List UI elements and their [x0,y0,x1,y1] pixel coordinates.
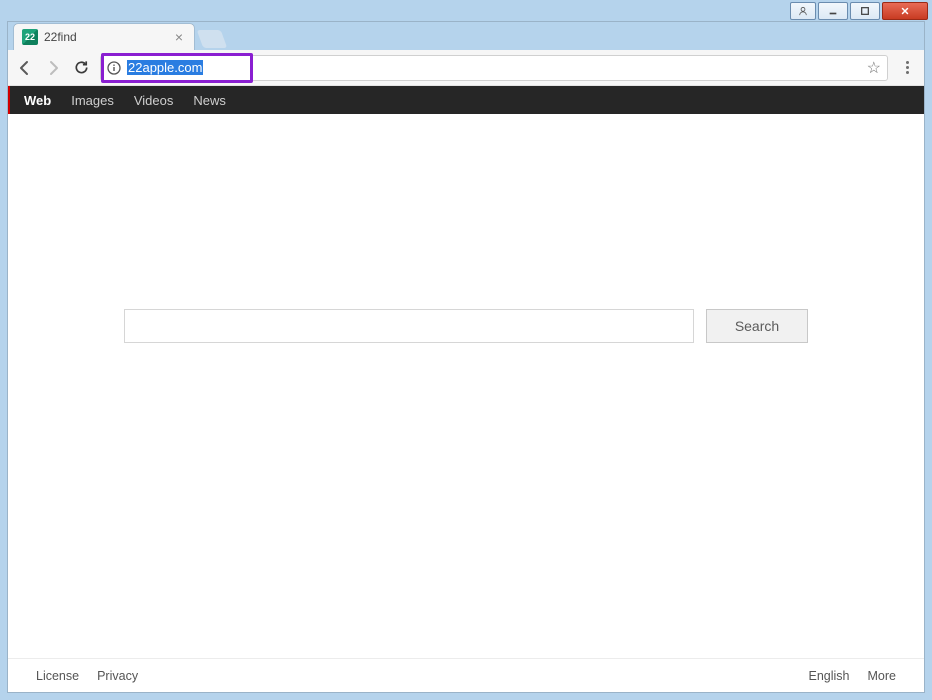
page-viewport: Web Images Videos News Search License Pr… [8,86,924,692]
arrow-left-icon [16,59,34,77]
browser-menu-button[interactable] [898,61,916,74]
url-selected-text: 22apple.com [127,60,203,75]
kebab-dot-icon [906,61,909,64]
footer-link-privacy[interactable]: Privacy [97,669,138,683]
kebab-dot-icon [906,66,909,69]
page-footer: License Privacy English More [8,658,924,692]
user-account-button[interactable] [790,2,816,20]
back-button[interactable] [16,59,34,77]
footer-link-more[interactable]: More [868,669,896,683]
reload-button[interactable] [72,59,90,77]
footer-link-english[interactable]: English [809,669,850,683]
left-edge-indicator [8,86,10,114]
nav-tab-videos[interactable]: Videos [134,93,174,108]
nav-tab-news[interactable]: News [193,93,226,108]
site-info-icon[interactable] [107,61,121,75]
reload-icon [73,59,90,76]
address-bar[interactable]: 22apple.com ☆ [100,55,888,81]
close-window-button[interactable] [882,2,928,20]
url-text[interactable]: 22apple.com [127,60,861,75]
footer-link-license[interactable]: License [36,669,79,683]
search-input[interactable] [124,309,694,343]
forward-button[interactable] [44,59,62,77]
tab-strip: 22 22find × [8,22,924,50]
close-icon [899,6,911,16]
bookmark-star-icon[interactable]: ☆ [867,58,881,78]
browser-toolbar: 22apple.com ☆ [8,50,924,86]
maximize-button[interactable] [850,2,880,20]
kebab-dot-icon [906,71,909,74]
info-icon [107,61,121,75]
footer-right: English More [809,669,896,683]
minimize-icon [827,6,839,16]
page-content: Search License Privacy English More [8,114,924,692]
nav-tab-images[interactable]: Images [71,93,114,108]
search-area: Search [8,114,924,658]
arrow-right-icon [44,59,62,77]
new-tab-button[interactable] [197,30,228,48]
nav-tab-web[interactable]: Web [24,93,51,108]
browser-tab[interactable]: 22 22find × [14,24,194,50]
category-nav: Web Images Videos News [8,86,924,114]
window-titlebar [0,0,932,22]
footer-left: License Privacy [36,669,138,683]
browser-window: 22 22find × 22apple.com ☆ [8,22,924,692]
tab-favicon: 22 [22,29,38,45]
maximize-icon [859,6,871,16]
user-icon [797,6,809,16]
tab-close-icon[interactable]: × [172,29,186,45]
minimize-button[interactable] [818,2,848,20]
tab-title: 22find [44,30,166,44]
search-button[interactable]: Search [706,309,808,343]
